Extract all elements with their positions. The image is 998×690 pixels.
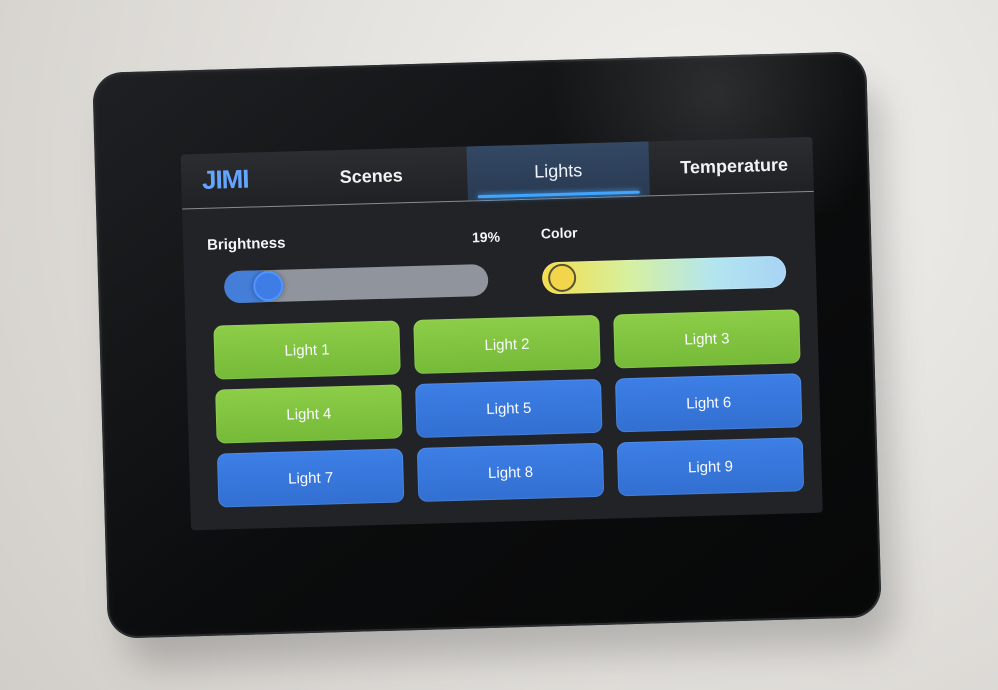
light-5-button[interactable]: Light 5 bbox=[415, 378, 603, 439]
light-1-label: Light 1 bbox=[284, 340, 330, 360]
brightness-value: 19% bbox=[471, 228, 501, 246]
light-button-grid: Light 1 Light 2 Light 3 Light 4 Light 5 … bbox=[213, 309, 805, 513]
color-label: Color bbox=[540, 224, 578, 242]
tab-scenes[interactable]: Scenes bbox=[301, 147, 442, 205]
wall-tablet: JIMI Scenes Lights Temperature Brightnes… bbox=[92, 51, 882, 639]
color-handle[interactable] bbox=[548, 263, 577, 293]
brightness-handle[interactable] bbox=[253, 270, 284, 302]
light-8-label: Light 8 bbox=[487, 463, 534, 482]
touch-screen: JIMI Scenes Lights Temperature Brightnes… bbox=[180, 136, 823, 531]
light-5-label: Light 5 bbox=[486, 399, 532, 418]
tab-temperature-label: Temperature bbox=[679, 154, 789, 178]
tab-lights[interactable]: Lights bbox=[466, 141, 650, 201]
light-6-label: Light 6 bbox=[685, 393, 732, 412]
light-8-button[interactable]: Light 8 bbox=[416, 442, 605, 502]
light-3-button[interactable]: Light 3 bbox=[613, 309, 801, 369]
brightness-slider[interactable] bbox=[223, 263, 489, 304]
light-3-label: Light 3 bbox=[684, 329, 730, 348]
light-4-label: Light 4 bbox=[286, 404, 332, 424]
logo-text: JIMI bbox=[201, 163, 249, 195]
light-2-label: Light 2 bbox=[484, 335, 530, 354]
top-nav-bar: JIMI Scenes Lights Temperature bbox=[180, 136, 814, 210]
tab-temperature[interactable]: Temperature bbox=[654, 137, 813, 195]
light-9-label: Light 9 bbox=[687, 457, 734, 476]
light-7-label: Light 7 bbox=[287, 468, 334, 488]
light-4-button[interactable]: Light 4 bbox=[215, 384, 403, 444]
light-9-button[interactable]: Light 9 bbox=[616, 437, 805, 497]
color-slider[interactable] bbox=[541, 255, 787, 295]
light-6-button[interactable]: Light 6 bbox=[614, 373, 803, 433]
app-logo: JIMI bbox=[191, 160, 260, 198]
light-2-button[interactable]: Light 2 bbox=[413, 314, 601, 375]
light-1-button[interactable]: Light 1 bbox=[213, 320, 401, 380]
brightness-label: Brightness bbox=[206, 234, 286, 254]
tab-lights-label: Lights bbox=[533, 159, 583, 182]
light-7-button[interactable]: Light 7 bbox=[216, 448, 405, 508]
tab-scenes-label: Scenes bbox=[339, 164, 404, 187]
